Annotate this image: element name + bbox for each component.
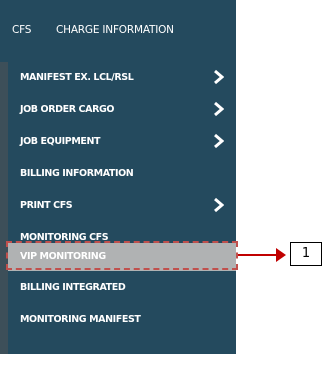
tab-cfs[interactable]: CFS [12, 24, 31, 36]
menu-item-label: MONITORING MANIFEST [20, 314, 141, 325]
highlight-box [6, 241, 238, 270]
chevron-right-icon [214, 69, 224, 85]
menu-item-job-order-cargo[interactable]: JOB ORDER CARGO [8, 96, 236, 124]
menu-item-manifest-ex-lcl-rsl[interactable]: MANIFEST EX. LCL/RSL [8, 64, 236, 92]
menu-item-job-equipment[interactable]: JOB EQUIPMENT [8, 128, 236, 156]
menu-item-label: JOB ORDER CARGO [20, 104, 115, 115]
chevron-right-icon [214, 197, 224, 213]
cfs-dropdown-menu: MANIFEST EX. LCL/RSL JOB ORDER CARGO JOB… [8, 62, 236, 354]
menu-item-label: BILLING INTEGRATED [20, 282, 126, 293]
tab-charge-information[interactable]: CHARGE INFORMATION [56, 24, 174, 36]
menu-item-label: JOB EQUIPMENT [20, 136, 101, 147]
menu-item-billing-integrated[interactable]: BILLING INTEGRATED [8, 274, 236, 302]
menu-item-monitoring-manifest[interactable]: MONITORING MANIFEST [8, 306, 236, 334]
menu-item-billing-information[interactable]: BILLING INFORMATION [8, 160, 236, 188]
menu-item-label: BILLING INFORMATION [20, 168, 134, 179]
callout-arrow-head [276, 248, 286, 262]
callout-arrow-line [238, 254, 278, 256]
page-edge-strip [0, 62, 8, 354]
menu-item-print-cfs[interactable]: PRINT CFS [8, 192, 236, 220]
chevron-right-icon [214, 101, 224, 117]
chevron-right-icon [214, 133, 224, 149]
menu-item-label: MANIFEST EX. LCL/RSL [20, 72, 134, 83]
menu-item-label: PRINT CFS [20, 200, 73, 211]
top-navigation-bar: CFS CHARGE INFORMATION [0, 0, 236, 62]
callout-number-box: 1 [290, 242, 322, 266]
